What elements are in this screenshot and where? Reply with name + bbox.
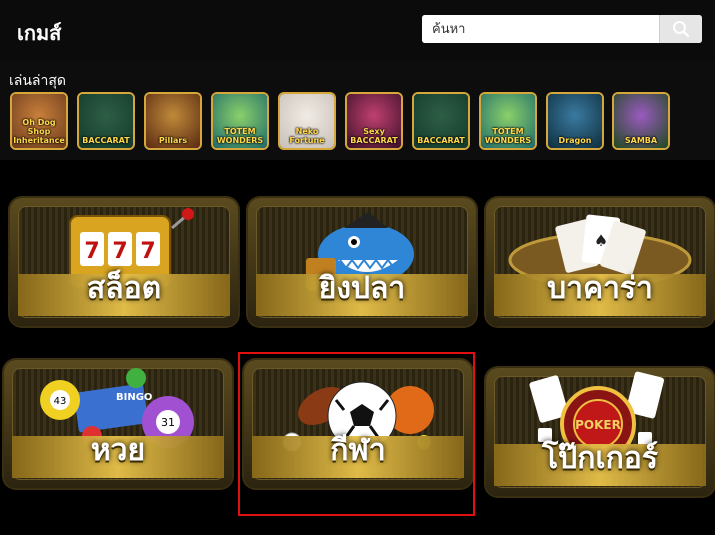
header: เกมส์	[0, 0, 715, 60]
game-title: TOTEM WONDERS	[484, 127, 532, 145]
game-title: Oh Dog Shop Inheritance	[13, 118, 65, 145]
category-tile-baccarat[interactable]: ♠ บาคาร่า	[486, 198, 714, 326]
game-title: BACCARAT	[417, 136, 465, 145]
category-tile-sports[interactable]: กีฬา	[244, 360, 472, 488]
recent-game-thumbnail[interactable]: Oh Dog Shop Inheritance	[10, 92, 68, 150]
game-title: Neko Fortune	[289, 127, 325, 145]
game-title: SAMBA	[624, 136, 658, 145]
recent-game-thumbnail[interactable]: TOTEM WONDERS	[479, 92, 537, 150]
category-label: ยิงปลา	[318, 271, 406, 306]
category-label: หวย	[90, 433, 146, 468]
category-tile-poker[interactable]: POKER โป๊กเกอร์	[486, 368, 714, 496]
search-input[interactable]	[422, 15, 660, 43]
svg-text:♠: ♠	[594, 231, 608, 250]
recent-game-thumbnail[interactable]: SAMBA	[612, 92, 670, 150]
game-title: Sexy BACCARAT	[350, 127, 398, 145]
search-button[interactable]	[659, 15, 702, 43]
recently-played-section: เล่นล่าสุด Oh Dog Shop Inheritance BACCAR…	[0, 60, 715, 160]
svg-text:43: 43	[54, 396, 67, 407]
game-title: Dragon	[558, 136, 592, 145]
page-title: เกมส์	[17, 21, 62, 45]
recent-game-thumbnail[interactable]: Sexy BACCARAT	[345, 92, 403, 150]
category-label: กีฬา	[330, 433, 386, 468]
svg-text:7: 7	[140, 239, 155, 264]
svg-text:7: 7	[84, 239, 99, 264]
recently-played-label: เล่นล่าสุด	[9, 73, 67, 89]
svg-text:7: 7	[112, 239, 127, 264]
category-label: สล็อต	[86, 271, 162, 306]
game-title: BACCARAT	[82, 136, 130, 145]
game-title: TOTEM WONDERS	[216, 127, 264, 145]
game-title: Pillars	[158, 136, 188, 145]
category-tile-fishing[interactable]: ยิงปลา	[248, 198, 476, 326]
svg-text:POKER: POKER	[575, 418, 621, 432]
category-tile-lottery[interactable]: BINGO 43 31 หวย	[4, 360, 232, 488]
search-icon	[673, 21, 690, 38]
recent-game-thumbnail[interactable]: BACCARAT	[77, 92, 135, 150]
category-label: บาคาร่า	[547, 271, 653, 306]
search-box	[422, 15, 702, 43]
recent-game-thumbnail[interactable]: Pillars	[144, 92, 202, 150]
category-tile-slots[interactable]: 7 7 7 สล็อต	[10, 198, 238, 326]
recent-game-thumbnail[interactable]: Dragon	[546, 92, 604, 150]
category-label: โป๊กเกอร์	[542, 441, 658, 476]
recent-game-thumbnail[interactable]: BACCARAT	[412, 92, 470, 150]
recent-game-thumbnail[interactable]: Neko Fortune	[278, 92, 336, 150]
svg-text:BINGO: BINGO	[116, 392, 152, 403]
recent-game-thumbnail[interactable]: TOTEM WONDERS	[211, 92, 269, 150]
